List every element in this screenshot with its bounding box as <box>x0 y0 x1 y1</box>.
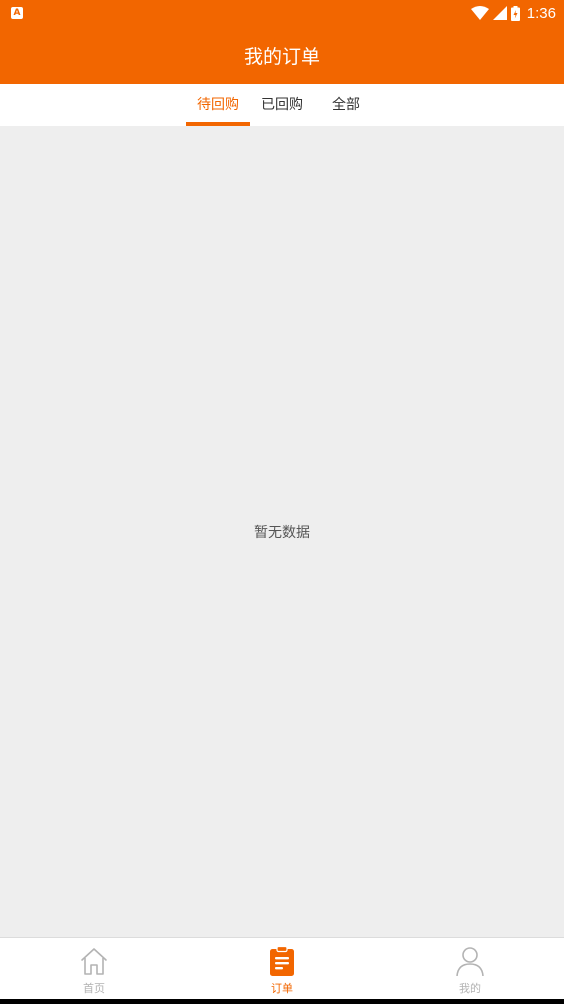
page-title: 我的订单 <box>243 45 320 68</box>
nav-label: 首页 <box>83 982 105 995</box>
nav-label: 我的 <box>459 982 481 995</box>
nav-label: 订单 <box>271 982 293 995</box>
tab-pending-buyback[interactable]: 待回购 <box>186 84 250 126</box>
person-icon <box>456 947 484 976</box>
empty-state-text: 暂无数据 <box>254 525 310 541</box>
tab-label: 已回购 <box>261 97 303 113</box>
tab-bought-back[interactable]: 已回购 <box>252 84 312 126</box>
nav-item-profile[interactable]: 我的 <box>410 938 530 1000</box>
tab-all[interactable]: 全部 <box>318 84 374 126</box>
bottom-navigation: 首页 订单 我的 <box>0 937 564 999</box>
tab-label: 待回购 <box>197 97 239 113</box>
app-screen: A 1:36 我的订单 待回购 已回购 全部 暂无数据 首页 订单 我的 <box>0 0 564 1004</box>
app-header: 我的订单 <box>0 26 564 84</box>
wifi-icon <box>470 6 489 20</box>
nav-item-home[interactable]: 首页 <box>34 938 154 1000</box>
battery-icon <box>510 5 520 21</box>
order-tabs: 待回购 已回购 全部 <box>0 84 564 126</box>
app-notification-icon: A <box>11 7 23 19</box>
status-icons: 1:36 <box>470 3 556 23</box>
system-nav-bar <box>0 999 564 1004</box>
clipboard-icon <box>270 946 294 976</box>
tab-label: 全部 <box>332 97 360 113</box>
order-list[interactable]: 暂无数据 <box>0 126 564 937</box>
status-time: 1:36 <box>526 4 556 22</box>
home-icon <box>81 948 107 975</box>
status-bar: A 1:36 <box>0 0 564 26</box>
nav-item-orders[interactable]: 订单 <box>222 938 342 1000</box>
signal-icon <box>492 6 507 20</box>
